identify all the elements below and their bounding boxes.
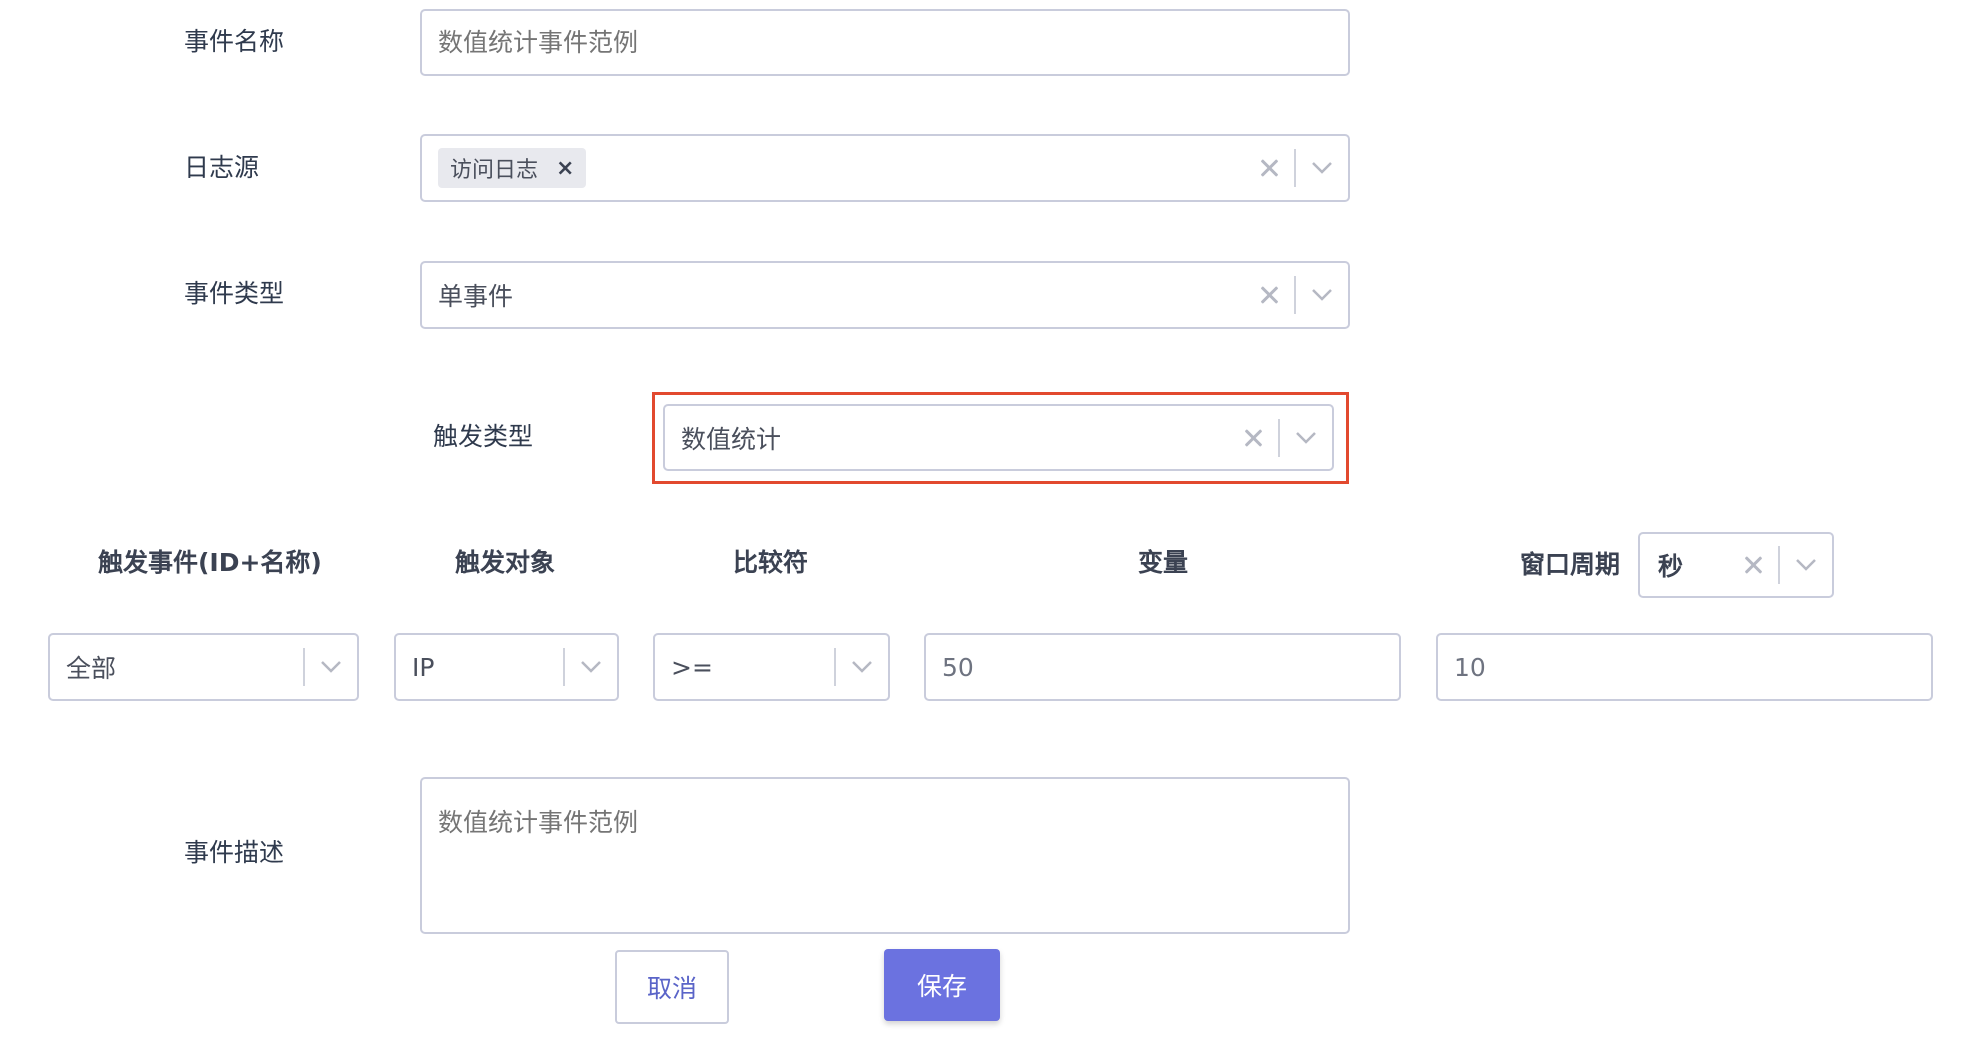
window-unit-value: 秒	[1658, 552, 1684, 581]
save-button[interactable]: 保存	[884, 949, 1000, 1021]
divider	[563, 648, 565, 686]
chevron-down-icon[interactable]	[579, 655, 603, 679]
comparator-select[interactable]: >=	[653, 633, 890, 701]
variable-input[interactable]: 50	[924, 633, 1401, 701]
log-source-label: 日志源	[184, 153, 260, 182]
chevron-down-icon[interactable]	[1794, 553, 1818, 577]
trigger-event-value: 全部	[66, 654, 117, 683]
divider	[834, 648, 836, 686]
trigger-type-select[interactable]: 数值统计	[663, 404, 1334, 471]
event-type-label: 事件类型	[184, 279, 285, 308]
event-description-textarea[interactable]	[420, 777, 1350, 934]
divider	[1294, 149, 1296, 187]
column-header-trigger-event: 触发事件(ID+名称)	[98, 548, 322, 577]
cancel-button[interactable]: 取消	[615, 950, 729, 1024]
trigger-event-select[interactable]: 全部	[48, 633, 359, 701]
event-name-input[interactable]	[420, 9, 1350, 76]
clear-icon[interactable]	[1258, 284, 1280, 306]
event-type-value: 单事件	[438, 282, 514, 311]
tag-remove-icon[interactable]: ×	[556, 156, 574, 181]
trigger-type-label: 触发类型	[433, 422, 534, 451]
clear-icon[interactable]	[1258, 157, 1280, 179]
comparator-value: >=	[671, 652, 713, 682]
column-header-comparator: 比较符	[733, 548, 809, 577]
divider	[1278, 418, 1280, 457]
trigger-type-value: 数值统计	[681, 424, 782, 454]
column-header-window-period: 窗口周期	[1520, 550, 1621, 579]
chevron-down-icon[interactable]	[319, 655, 343, 679]
trigger-object-select[interactable]: IP	[394, 633, 619, 701]
event-type-select[interactable]: 单事件	[420, 261, 1350, 329]
window-unit-select[interactable]: 秒	[1638, 532, 1834, 598]
clear-icon[interactable]	[1742, 554, 1764, 576]
divider	[1778, 546, 1780, 584]
window-period-input[interactable]: 10	[1436, 633, 1933, 701]
chevron-down-icon[interactable]	[850, 655, 874, 679]
log-source-tag-label: 访问日志	[450, 158, 539, 183]
log-source-tag: 访问日志 ×	[438, 148, 587, 188]
chevron-down-icon[interactable]	[1294, 426, 1318, 450]
divider	[1294, 276, 1296, 314]
clear-icon[interactable]	[1242, 427, 1264, 449]
window-period-value: 10	[1454, 652, 1486, 682]
divider	[303, 648, 305, 686]
chevron-down-icon[interactable]	[1310, 283, 1334, 307]
log-source-select[interactable]: 访问日志 ×	[420, 134, 1350, 202]
column-header-variable: 变量	[1138, 548, 1189, 577]
column-header-trigger-object: 触发对象	[455, 548, 556, 577]
event-name-label: 事件名称	[184, 27, 285, 56]
trigger-object-value: IP	[412, 652, 435, 682]
chevron-down-icon[interactable]	[1310, 156, 1334, 180]
variable-value: 50	[942, 652, 974, 682]
event-description-label: 事件描述	[184, 838, 285, 867]
